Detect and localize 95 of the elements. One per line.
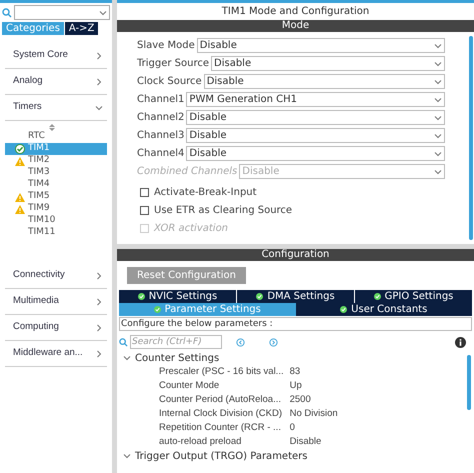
chevron-down-icon [434,132,442,140]
search-field[interactable]: Search (Ctrl+F) [130,335,222,349]
search-icon [119,338,128,346]
field-label: Channel4 [137,147,184,161]
check-circle-icon [340,306,348,313]
group-header[interactable]: Counter Settings [119,351,467,365]
peripheral-item[interactable]: TIM10 [5,215,107,227]
parameter-value[interactable]: Up [290,379,302,393]
chevron-down-icon [95,104,103,112]
previous-icon[interactable] [236,338,245,346]
checkbox-label: Use ETR as Clearing Source [154,204,292,218]
select-field[interactable]: Disable [186,110,445,125]
check-circle-icon [15,144,25,154]
search-icon [2,8,12,18]
parameter-value[interactable]: No Division [290,407,338,421]
check-circle-icon [374,293,381,300]
category-item[interactable]: Middleware an... [5,341,107,367]
scroll-up-icon[interactable] [49,124,55,131]
chevron-down-icon [123,452,131,460]
scrollbar[interactable] [469,36,473,240]
settings-tab[interactable]: DMA Settings [237,290,354,303]
category-item[interactable]: Computing [5,315,107,341]
chevron-right-icon [95,298,103,306]
field-label: Trigger Source [137,57,210,71]
peripheral-item[interactable]: TIM5 [5,191,107,203]
section-header: Configuration [117,249,474,261]
warning-icon [15,156,25,166]
field-label: Channel2 [137,111,184,125]
chevron-down-icon [434,150,442,158]
category-item[interactable]: Connectivity [5,263,107,289]
check-circle-icon [138,293,145,300]
peripheral-item[interactable]: RTC [5,131,107,143]
field-label: Clock Source [137,75,202,89]
chevron-down-icon [434,78,442,86]
window-title: TIM1 Mode and Configuration [117,3,474,20]
scrollbar[interactable] [467,355,471,410]
select-field[interactable]: Disable [196,38,445,53]
parameter-name: Counter Period (AutoReloa... [159,393,282,407]
peripheral-item[interactable]: TIM4 [5,179,107,191]
checkbox[interactable] [140,206,149,214]
category-item[interactable]: Analog [5,69,107,95]
parameter-value[interactable]: 2500 [290,393,311,407]
parameter-value[interactable]: 0 [290,421,295,435]
settings-tab[interactable]: GPIO Settings [355,290,472,303]
search-field[interactable] [14,5,110,20]
select-field[interactable]: Disable [204,74,445,89]
peripheral-item[interactable]: TIM2 [5,155,107,167]
section-header: Mode [117,20,474,32]
peripheral-item[interactable]: TIM11 [5,227,107,239]
select-field[interactable]: Disable [186,146,445,161]
chevron-right-icon [95,52,103,60]
info-icon[interactable] [455,336,466,348]
category-item[interactable]: Multimedia [5,289,107,315]
parameter-name: auto-reload preload [159,435,242,449]
parameter-value[interactable]: Disable [290,435,322,449]
chevron-right-icon [95,324,103,332]
checkbox-label: XOR activation [154,222,228,236]
field-label: Channel3 [137,129,184,143]
category-item[interactable]: Timers [5,95,107,121]
chevron-down-icon [123,354,131,362]
settings-tab[interactable]: NVIC Settings [119,290,236,303]
parameter-value[interactable]: 83 [290,365,300,379]
group-header[interactable]: Trigger Output (TRGO) Parameters [119,449,467,463]
warning-icon [15,192,25,202]
check-circle-icon [256,293,264,300]
select-field[interactable]: Disable [211,56,445,71]
category-tab[interactable]: A->Z [64,22,98,35]
checkbox-label: Activate-Break-Input [154,186,257,200]
field-label: Combined Channels [137,165,238,179]
hint-field: Configure the below parameters : [119,317,472,331]
select-field[interactable]: Disable [186,128,445,143]
field-label: Slave Mode [137,39,195,53]
select-field[interactable]: PWM Generation CH1 [186,92,445,107]
chevron-right-icon [95,78,103,86]
chevron-down-icon [434,60,442,68]
chevron-down-icon [434,96,442,104]
peripheral-item[interactable]: TIM9 [5,203,107,215]
field-label: Channel1 [137,93,184,107]
chevron-down-icon [99,8,107,16]
parameter-name: Counter Mode [159,379,220,393]
peripheral-item[interactable]: TIM3 [5,167,107,179]
chevron-down-icon [434,42,442,50]
chevron-right-icon [95,350,103,358]
chevron-down-icon [434,168,442,176]
chevron-down-icon [434,114,442,122]
settings-tab[interactable]: User Constants [296,303,472,316]
next-icon[interactable] [269,338,278,346]
chevron-right-icon [95,272,103,280]
warning-icon [15,204,25,214]
parameter-name: Prescaler (PSC - 16 bits val... [159,365,284,379]
checkbox[interactable] [140,188,149,196]
parameter-name: Internal Clock Division (CKD) [159,407,284,421]
category-item[interactable]: System Core [5,43,107,69]
check-circle-icon [154,306,161,313]
parameter-name: Repetition Counter (RCR - ... [159,421,282,435]
